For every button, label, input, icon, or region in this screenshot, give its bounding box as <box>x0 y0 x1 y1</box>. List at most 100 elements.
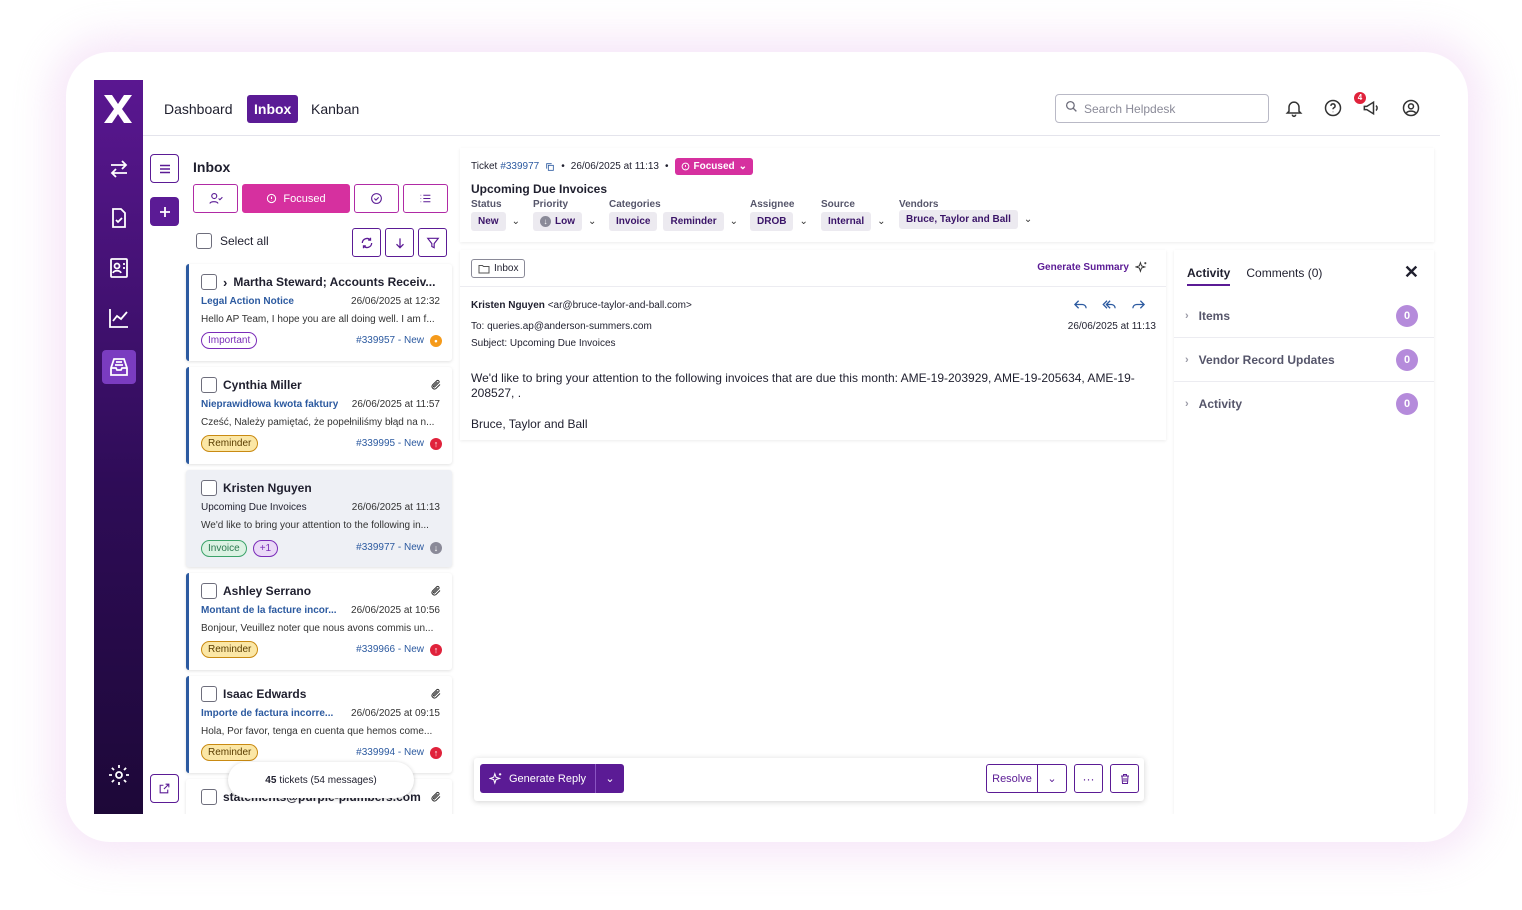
categories-dropdown[interactable]: Invoice Reminder ⌄ <box>609 212 738 231</box>
ticket-checkbox[interactable] <box>201 686 217 702</box>
ticket-checkbox[interactable] <box>201 789 217 805</box>
more-tags-badge: +1 <box>252 540 279 557</box>
email-date: 26/06/2025 at 11:13 <box>1067 321 1156 332</box>
refresh-button[interactable] <box>352 228 381 257</box>
tag-badge: Reminder <box>201 435 259 452</box>
delete-button[interactable] <box>1110 764 1139 793</box>
status-dropdown[interactable]: New ⌄ <box>471 212 520 231</box>
generate-reply-dropdown[interactable]: ⌄ <box>596 772 624 785</box>
ticket-date: 26/06/2025 at 09:15 <box>351 708 440 719</box>
list-tools <box>352 228 447 257</box>
attachment-paperclip-icon <box>431 379 441 390</box>
logo-icon[interactable] <box>101 92 135 126</box>
settings-gear-icon[interactable] <box>102 758 136 792</box>
accordion-vendor-record-updates[interactable]: › Vendor Record Updates 0 <box>1174 338 1434 382</box>
ticket-card[interactable]: Ashley Serrano Montant de la facture inc… <box>186 573 452 670</box>
ticket-label: Ticket <box>471 161 498 172</box>
select-all-label: Select all <box>220 234 269 248</box>
document-check-icon[interactable] <box>102 201 136 235</box>
vendors-label: Vendors <box>899 199 939 210</box>
user-account-icon[interactable] <box>1400 97 1422 119</box>
ticket-card[interactable]: Isaac Edwards Importe de factura incorre… <box>186 676 452 773</box>
nav-dashboard[interactable]: Dashboard <box>157 95 240 123</box>
email-view: Inbox Generate Summary Kristen Nguyen <a… <box>460 250 1166 440</box>
ticket-card-selected[interactable]: Kristen Nguyen Upcoming Due Invoices 26/… <box>186 470 452 567</box>
chevron-down-icon: ⌄ <box>738 161 748 172</box>
focused-dropdown[interactable]: Focused ⌄ <box>674 158 754 175</box>
filter-button[interactable] <box>418 228 447 257</box>
email-subject: Subject: Upcoming Due Invoices <box>471 338 616 349</box>
reply-action-bar: Generate Reply ⌄ Resolve ⌄ ··· <box>474 758 1144 801</box>
priority-dropdown[interactable]: ↓ Low ⌄ <box>533 212 596 231</box>
help-question-icon[interactable] <box>1322 97 1344 119</box>
ticket-card[interactable]: Cynthia Miller Nieprawidłowa kwota faktu… <box>186 367 452 464</box>
activity-panel: Activity Comments (0) ✕ › Items 0 › Vend… <box>1174 250 1434 814</box>
filter-assigned-to-me-button[interactable] <box>193 184 238 213</box>
folder-chip[interactable]: Inbox <box>471 259 526 278</box>
ticket-title: Upcoming Due Invoices <box>471 182 608 196</box>
notification-bell-icon[interactable] <box>1283 97 1305 119</box>
chevron-down-icon: ⌄ <box>605 773 615 785</box>
priority-low-icon: ↓ <box>430 541 442 554</box>
filter-resolved-button[interactable] <box>354 184 399 213</box>
close-icon[interactable]: ✕ <box>1404 262 1419 283</box>
inbox-title: Inbox <box>193 159 231 175</box>
nav-kanban[interactable]: Kanban <box>304 95 366 123</box>
priority-medium-icon: • <box>430 334 442 347</box>
contact-card-icon[interactable] <box>102 251 136 285</box>
expand-chevron-icon[interactable]: › <box>223 275 227 290</box>
accordion-label: Vendor Record Updates <box>1198 352 1335 367</box>
ticket-sender: Isaac Edwards <box>223 687 307 701</box>
filter-focused-button[interactable]: Focused <box>242 184 350 213</box>
popout-button[interactable] <box>150 774 179 803</box>
announcement-megaphone-icon[interactable]: 4 <box>1354 92 1382 119</box>
search-input[interactable] <box>1084 101 1254 116</box>
ticket-checkbox[interactable] <box>201 583 217 599</box>
tab-activity[interactable]: Activity <box>1187 266 1231 286</box>
chevron-down-icon: ⌄ <box>799 216 808 227</box>
more-options-button[interactable]: ··· <box>1074 764 1103 793</box>
source-dropdown[interactable]: Internal ⌄ <box>821 212 886 231</box>
chevron-down-icon: ⌄ <box>877 216 886 227</box>
source-label: Source <box>821 199 855 210</box>
accordion-activity[interactable]: › Activity 0 <box>1174 382 1434 426</box>
transfer-icon[interactable] <box>102 152 136 186</box>
nav-inbox[interactable]: Inbox <box>247 95 299 123</box>
reply-all-icon[interactable] <box>1102 298 1117 311</box>
ticket-checkbox[interactable] <box>201 480 217 496</box>
tab-comments[interactable]: Comments (0) <box>1246 266 1322 286</box>
tag-badge: Invoice <box>201 540 247 557</box>
reply-icon[interactable] <box>1073 298 1088 311</box>
vendors-dropdown[interactable]: Bruce, Taylor and Ball ⌄ <box>899 210 1032 229</box>
generate-reply-button[interactable]: Generate Reply ⌄ <box>480 764 624 793</box>
ticket-date: 26/06/2025 at 12:32 <box>351 296 440 307</box>
ticket-category: Upcoming Due Invoices <box>201 502 307 513</box>
ticket-checkbox[interactable] <box>201 377 217 393</box>
ticket-preview: Hola, Por favor, tenga en cuenta que hem… <box>201 726 433 737</box>
assignee-dropdown[interactable]: DROB ⌄ <box>750 212 808 231</box>
select-all-row[interactable]: Select all <box>196 233 269 249</box>
generate-summary-button[interactable]: Generate Summary <box>1037 261 1148 274</box>
menu-toggle-button[interactable] <box>150 154 179 183</box>
forward-icon[interactable] <box>1131 298 1146 311</box>
ticket-card[interactable]: › Martha Steward; Accounts Receiv... Leg… <box>186 264 452 361</box>
source-chip: Internal <box>821 212 872 231</box>
sort-button[interactable] <box>385 228 414 257</box>
chevron-right-icon: › <box>1185 398 1189 410</box>
analytics-chart-icon[interactable] <box>102 301 136 335</box>
ticket-checkbox[interactable] <box>201 274 217 290</box>
status-chip: New <box>471 212 506 231</box>
filter-list-button[interactable] <box>403 184 448 213</box>
resolve-button[interactable]: Resolve <box>987 765 1038 792</box>
attachment-paperclip-icon <box>431 791 441 802</box>
chevron-right-icon: › <box>1185 353 1189 366</box>
ticket-number-link[interactable]: #339977 <box>500 161 539 172</box>
helpdesk-inbox-icon[interactable] <box>102 350 136 384</box>
accordion-items[interactable]: › Items 0 <box>1174 294 1434 338</box>
select-all-checkbox[interactable] <box>196 233 212 249</box>
email-signature: Bruce, Taylor and Ball <box>471 417 588 431</box>
copy-icon[interactable] <box>545 162 555 172</box>
add-ticket-button[interactable] <box>150 197 179 226</box>
resolve-dropdown[interactable]: ⌄ <box>1038 765 1066 792</box>
search-box <box>1055 94 1269 123</box>
